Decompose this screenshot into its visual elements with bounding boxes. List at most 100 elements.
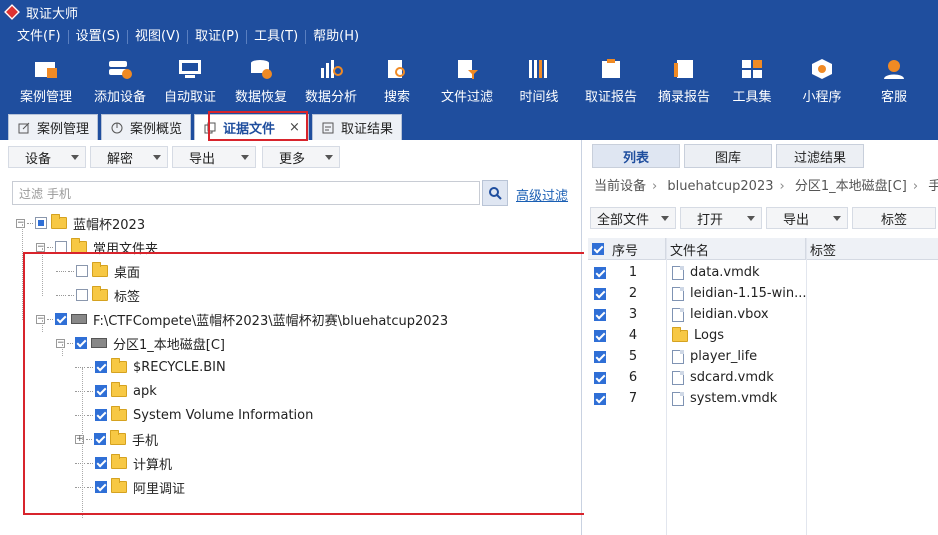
row-checkbox[interactable]	[594, 308, 606, 321]
highlight-box-tab	[208, 111, 308, 141]
file-name: system.vmdk	[690, 391, 778, 406]
tab-case-management[interactable]: 案例管理	[8, 114, 99, 140]
column-header-index[interactable]: 序号	[588, 238, 666, 260]
collapse-icon[interactable]: −	[36, 242, 45, 252]
toolbar-search-button[interactable]: 搜索	[372, 50, 422, 110]
filter-input[interactable]: 过滤 手机	[12, 181, 480, 205]
forensics-report-icon	[597, 56, 625, 82]
row-checkbox[interactable]	[594, 350, 606, 363]
row-checkbox-cell	[594, 367, 610, 388]
menu-forensics[interactable]: 取证(P)	[188, 30, 248, 44]
all-files-dropdown[interactable]: 全部文件	[590, 207, 676, 229]
toolbar-toolset-button[interactable]: 工具集	[712, 50, 792, 110]
search-button[interactable]	[482, 180, 508, 206]
toolbar-file-filter-button[interactable]: 文件过滤	[422, 50, 512, 110]
toolbar-auto-forensics-button[interactable]: 自动取证	[148, 50, 232, 110]
row-checkbox[interactable]	[594, 371, 606, 384]
export-dropdown[interactable]: 导出	[172, 146, 256, 168]
tag-dropdown[interactable]: 标签	[852, 207, 936, 229]
breadcrumb: 当前设备 › bluehatcup2023 › 分区1_本地磁盘[C] › 手	[594, 175, 938, 194]
table-row[interactable]: 3 leidian.vbox	[588, 304, 938, 325]
toolbar-add-device-button[interactable]: 添加设备	[92, 50, 148, 110]
breadcrumb-item[interactable]: 当前设备	[594, 179, 646, 194]
file-name: leidian-1.15-win...	[690, 286, 807, 301]
table-row[interactable]: 7 system.vmdk	[588, 388, 938, 409]
toolbar-case-management-button[interactable]: 案例管理	[0, 50, 92, 110]
breadcrumb-item[interactable]: 分区1_本地磁盘[C]	[795, 179, 907, 194]
table-row[interactable]: 6 sdcard.vmdk	[588, 367, 938, 388]
row-index: 6	[628, 370, 638, 385]
data-analysis-icon	[317, 56, 345, 82]
breadcrumb-item[interactable]: 手	[928, 179, 938, 194]
tree-node-label: 蓝帽杯2023	[73, 217, 146, 233]
column-header-filename[interactable]: 文件名	[666, 238, 806, 260]
tree-node[interactable]: − 蓝帽杯2023	[16, 213, 145, 233]
toolbar-mini-program-button[interactable]: 小程序	[792, 50, 852, 110]
open-dropdown[interactable]: 打开	[680, 207, 762, 229]
excerpt-report-icon	[670, 56, 698, 82]
row-checkbox-cell	[594, 304, 610, 325]
row-filename-cell: data.vmdk	[672, 262, 760, 283]
device-dropdown[interactable]: 设备	[8, 146, 86, 168]
row-index: 7	[628, 391, 638, 406]
tab-filter-results[interactable]: 过滤结果	[776, 144, 864, 168]
title-bar: 取证大师	[0, 0, 938, 24]
file-name: sdcard.vmdk	[690, 370, 774, 385]
search-icon	[489, 187, 502, 200]
toolbar-timeline-button[interactable]: 时间线	[512, 50, 566, 110]
edit-icon	[17, 121, 31, 135]
auto-forensics-icon	[176, 56, 204, 82]
toolbar-data-analysis-button[interactable]: 数据分析	[290, 50, 372, 110]
row-index: 2	[628, 286, 638, 301]
chevron-down-icon	[153, 154, 161, 160]
column-divider	[666, 238, 667, 535]
tab-gallery[interactable]: 图库	[684, 144, 772, 168]
breadcrumb-item[interactable]: bluehatcup2023	[667, 179, 773, 194]
row-checkbox[interactable]	[594, 266, 606, 279]
add-device-icon	[106, 56, 134, 82]
toolbar-data-recovery-button[interactable]: 数据恢复	[232, 50, 290, 110]
case-management-icon	[32, 56, 60, 82]
row-checkbox[interactable]	[594, 392, 606, 405]
column-divider	[806, 238, 807, 535]
export-files-dropdown[interactable]: 导出	[766, 207, 848, 229]
row-index: 5	[628, 349, 638, 364]
menu-file[interactable]: 文件(F)	[10, 30, 69, 44]
decrypt-dropdown[interactable]: 解密	[90, 146, 168, 168]
menu-settings[interactable]: 设置(S)	[69, 30, 129, 44]
table-header: 序号 文件名 标签	[588, 238, 938, 260]
tab-list[interactable]: 列表	[592, 144, 680, 168]
file-name: leidian.vbox	[690, 307, 769, 322]
tab-case-overview[interactable]: 案例概览	[101, 114, 192, 140]
chevron-down-icon	[71, 154, 79, 160]
chevron-down-icon	[833, 215, 841, 221]
row-checkbox-cell	[594, 325, 610, 346]
menu-view[interactable]: 视图(V)	[128, 30, 189, 44]
menu-tools[interactable]: 工具(T)	[247, 30, 307, 44]
collapse-icon[interactable]: −	[16, 218, 25, 228]
table-row[interactable]: 2 leidian-1.15-win...	[588, 283, 938, 304]
column-header-tag[interactable]: 标签	[806, 238, 938, 260]
chevron-down-icon	[241, 154, 249, 160]
table-row[interactable]: 4 Logs	[588, 325, 938, 346]
toolbar-excerpt-report-button[interactable]: 摘录报告	[656, 50, 712, 110]
menu-help[interactable]: 帮助(H)	[306, 30, 366, 44]
row-checkbox-cell	[594, 388, 610, 409]
toolbar-customer-service-button[interactable]: 客服	[852, 50, 936, 110]
row-filename-cell: sdcard.vmdk	[672, 367, 774, 388]
advanced-filter-link[interactable]: 高级过滤	[516, 185, 568, 204]
main-toolbar: 案例管理 添加设备 自动取证 数据恢复 数据分析 搜索 文件过滤 时间线 取证报…	[0, 50, 938, 110]
folder-icon	[51, 214, 67, 229]
tree-node-checkbox[interactable]	[35, 217, 47, 229]
right-toolbar: 全部文件 打开 导出 标签	[590, 207, 938, 229]
toolbar-forensics-report-button[interactable]: 取证报告	[566, 50, 656, 110]
row-checkbox[interactable]	[594, 287, 606, 300]
table-row[interactable]: 5 player_life	[588, 346, 938, 367]
table-row[interactable]: 1 data.vmdk	[588, 262, 938, 283]
more-dropdown[interactable]: 更多	[262, 146, 340, 168]
select-all-checkbox[interactable]	[592, 243, 604, 255]
evidence-tree-pane: 设备 解密 导出 更多 过滤 手机 高级过滤 − 蓝帽杯2023− 常用文件夹 桌面标…	[0, 140, 837, 535]
row-checkbox[interactable]	[594, 329, 606, 342]
tab-forensics-results[interactable]: 取证结果	[311, 114, 402, 140]
row-filename-cell: leidian-1.15-win...	[672, 283, 807, 304]
